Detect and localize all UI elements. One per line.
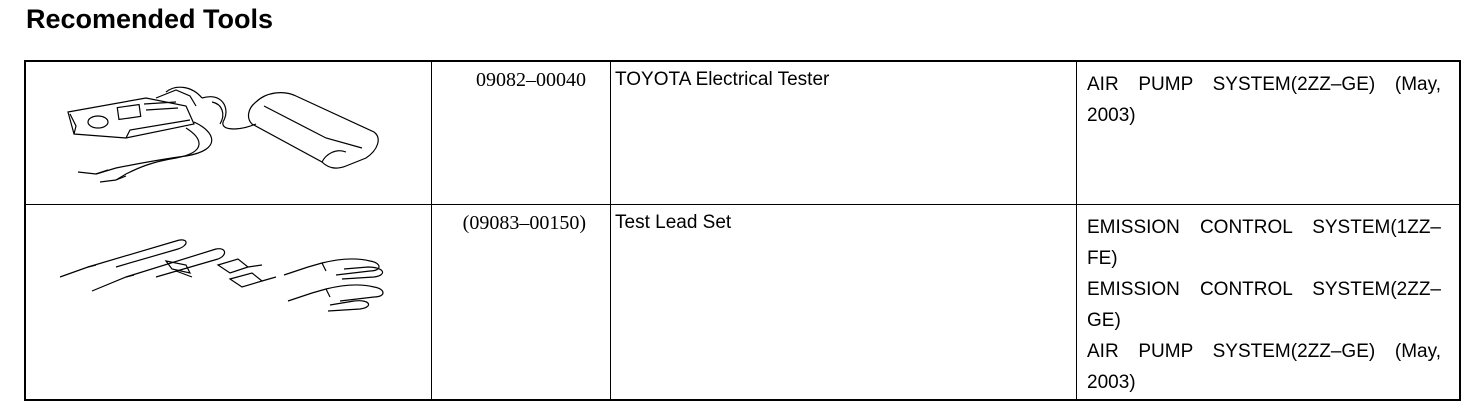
reference-link[interactable]: EMISSION CONTROL SYSTEM(2ZZ–GE) xyxy=(1087,274,1441,336)
tools-table: 09082–00040 TOYOTA Electrical Tester AIR… xyxy=(24,60,1461,401)
electrical-tester-illustration xyxy=(67,86,379,183)
tool-name: Test Lead Set xyxy=(615,211,732,233)
tool-image-cell xyxy=(25,61,432,205)
part-number: 09082–00040 xyxy=(476,69,586,91)
tool-name-cell: TOYOTA Electrical Tester xyxy=(610,61,1077,205)
test-lead-set-illustration xyxy=(59,238,384,312)
table-row: 09082–00040 TOYOTA Electrical Tester AIR… xyxy=(25,61,1460,205)
part-number-cell: 09082–00040 xyxy=(431,61,611,205)
table-row: (09083–00150) Test Lead Set EMISSION CON… xyxy=(25,204,1460,400)
part-number-cell: (09083–00150) xyxy=(431,204,611,400)
tool-name-cell: Test Lead Set xyxy=(610,204,1077,400)
references-cell: AIR PUMP SYSTEM(2ZZ–GE) (May, 2003) xyxy=(1076,61,1460,205)
tool-image-cell xyxy=(25,204,432,400)
page-title: Recomended Tools xyxy=(26,4,274,34)
tool-name: TOYOTA Electrical Tester xyxy=(615,69,830,90)
references-cell: EMISSION CONTROL SYSTEM(1ZZ–FE) EMISSION… xyxy=(1077,204,1461,400)
reference-link[interactable]: AIR PUMP SYSTEM(2ZZ–GE) (May, 2003) xyxy=(1087,69,1441,131)
reference-link[interactable]: EMISSION CONTROL SYSTEM(1ZZ–FE) xyxy=(1087,212,1441,274)
part-number: (09083–00150) xyxy=(462,211,586,234)
reference-link[interactable]: AIR PUMP SYSTEM(2ZZ–GE) (May, 2003) xyxy=(1087,336,1441,398)
